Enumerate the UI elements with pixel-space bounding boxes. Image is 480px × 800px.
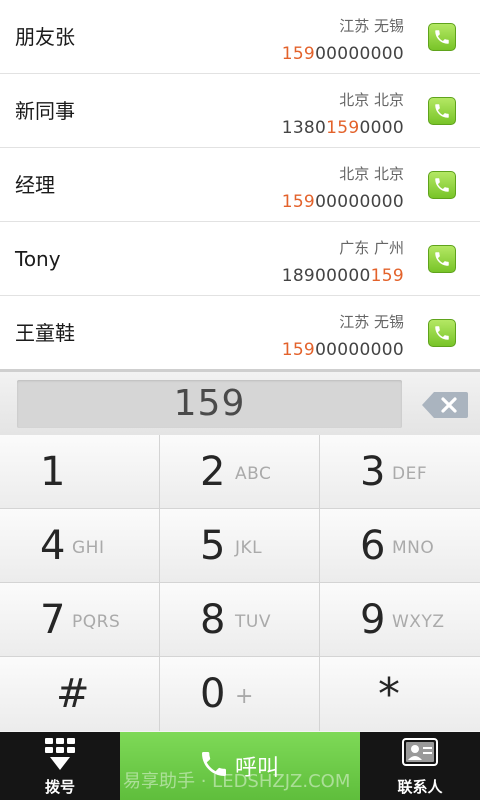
contact-number: 15900000000 (282, 43, 404, 65)
number-prefix: 1380 (281, 118, 327, 138)
number-suffix: 0000 (359, 118, 404, 138)
key-3[interactable]: 3 DEF (320, 435, 480, 509)
call-contact-button[interactable] (428, 97, 456, 125)
watermark: 易享助手 · LEDSHZJZ.COM (123, 771, 351, 792)
contact-name: 朋友张 (15, 25, 75, 49)
contact-number: 18900000159 (282, 265, 404, 287)
call-contact-button[interactable] (428, 245, 456, 273)
number-match: 159 (370, 266, 404, 286)
key-digit: 3 (360, 449, 386, 495)
contact-location: 江苏 无锡 (339, 313, 404, 331)
contact-location: 江苏 无锡 (339, 17, 404, 35)
contact-row[interactable]: Tony 广东 广州 18900000159 (0, 222, 480, 296)
contact-location: 广东 广州 (339, 239, 404, 257)
backspace-icon (422, 392, 468, 418)
contact-location: 北京 北京 (339, 165, 404, 183)
contact-name: Tony (15, 247, 61, 271)
keypad-icon (45, 738, 75, 770)
key-4[interactable]: 4 GHI (0, 509, 160, 583)
key-digit: * (378, 669, 400, 720)
key-digit: 4 (40, 523, 66, 569)
key-digit: 2 (200, 449, 226, 495)
contact-number: 15900000000 (282, 191, 404, 213)
contact-number: 13801590000 (282, 117, 404, 139)
number-suffix: 00000000 (315, 44, 404, 64)
key-letters: WXYZ (392, 612, 445, 632)
contact-row[interactable]: 经理 北京 北京 15900000000 (0, 148, 480, 222)
phone-icon (435, 104, 449, 118)
contact-name: 经理 (15, 173, 55, 197)
dialed-number-field[interactable]: 159 (17, 380, 402, 428)
number-match: 159 (281, 192, 316, 212)
contact-row[interactable]: 朋友张 江苏 无锡 15900000000 (0, 0, 480, 74)
phone-icon (435, 178, 449, 192)
phone-icon (435, 252, 449, 266)
key-hash[interactable]: # (0, 657, 160, 731)
key-0[interactable]: 0 + (160, 657, 320, 731)
key-7[interactable]: 7 PQRS (0, 583, 160, 657)
contact-location: 北京 北京 (339, 91, 404, 109)
key-5[interactable]: 5 JKL (160, 509, 320, 583)
key-letters: MNO (392, 538, 435, 558)
phone-icon (435, 326, 449, 340)
number-suffix: 00000000 (315, 340, 404, 360)
number-match: 159 (281, 340, 316, 360)
contact-number: 15900000000 (282, 339, 404, 361)
contact-row[interactable]: 新同事 北京 北京 13801590000 (0, 74, 480, 148)
key-letters: TUV (235, 612, 271, 632)
number-match: 159 (326, 118, 360, 138)
contact-name: 新同事 (15, 99, 75, 123)
key-digit: 9 (360, 597, 386, 643)
key-letters: JKL (235, 538, 263, 558)
key-letters: GHI (72, 538, 105, 558)
key-8[interactable]: 8 TUV (160, 583, 320, 657)
number-prefix: 18900000 (281, 266, 371, 286)
tab-dial-label: 拨号 (44, 778, 75, 796)
key-digit: 1 (40, 449, 66, 495)
number-suffix: 00000000 (315, 192, 404, 212)
call-contact-button[interactable] (428, 171, 456, 199)
dialer-header: 159 (0, 369, 480, 435)
key-1[interactable]: 1 (0, 435, 160, 509)
key-digit: 0 (200, 671, 226, 717)
key-letters: PQRS (72, 612, 121, 632)
key-letters: DEF (392, 464, 428, 484)
key-letters: ABC (235, 464, 272, 484)
call-contact-button[interactable] (428, 23, 456, 51)
key-star[interactable]: * (320, 657, 480, 731)
key-digit: # (56, 671, 90, 717)
key-2[interactable]: 2 ABC (160, 435, 320, 509)
key-digit: 7 (40, 597, 66, 643)
key-digit: 5 (200, 523, 226, 569)
key-6[interactable]: 6 MNO (320, 509, 480, 583)
key-digit: 8 (200, 597, 226, 643)
contact-card-icon (402, 738, 438, 766)
call-contact-button[interactable] (428, 319, 456, 347)
number-match: 159 (281, 44, 316, 64)
contact-row[interactable]: 王童鞋 江苏 无锡 15900000000 (0, 296, 480, 369)
key-letters: + (235, 684, 254, 709)
key-9[interactable]: 9 WXYZ (320, 583, 480, 657)
backspace-button[interactable] (420, 390, 470, 420)
contact-name: 王童鞋 (15, 321, 75, 345)
key-digit: 6 (360, 523, 386, 569)
tab-dial[interactable]: 拨号 (0, 732, 120, 800)
keypad: 1 2 ABC 3 DEF 4 GHI 5 JKL 6 MNO 7 PQRS 8… (0, 435, 480, 732)
contact-list: 朋友张 江苏 无锡 15900000000 新同事 北京 北京 13801590… (0, 0, 480, 369)
phone-icon (435, 30, 449, 44)
